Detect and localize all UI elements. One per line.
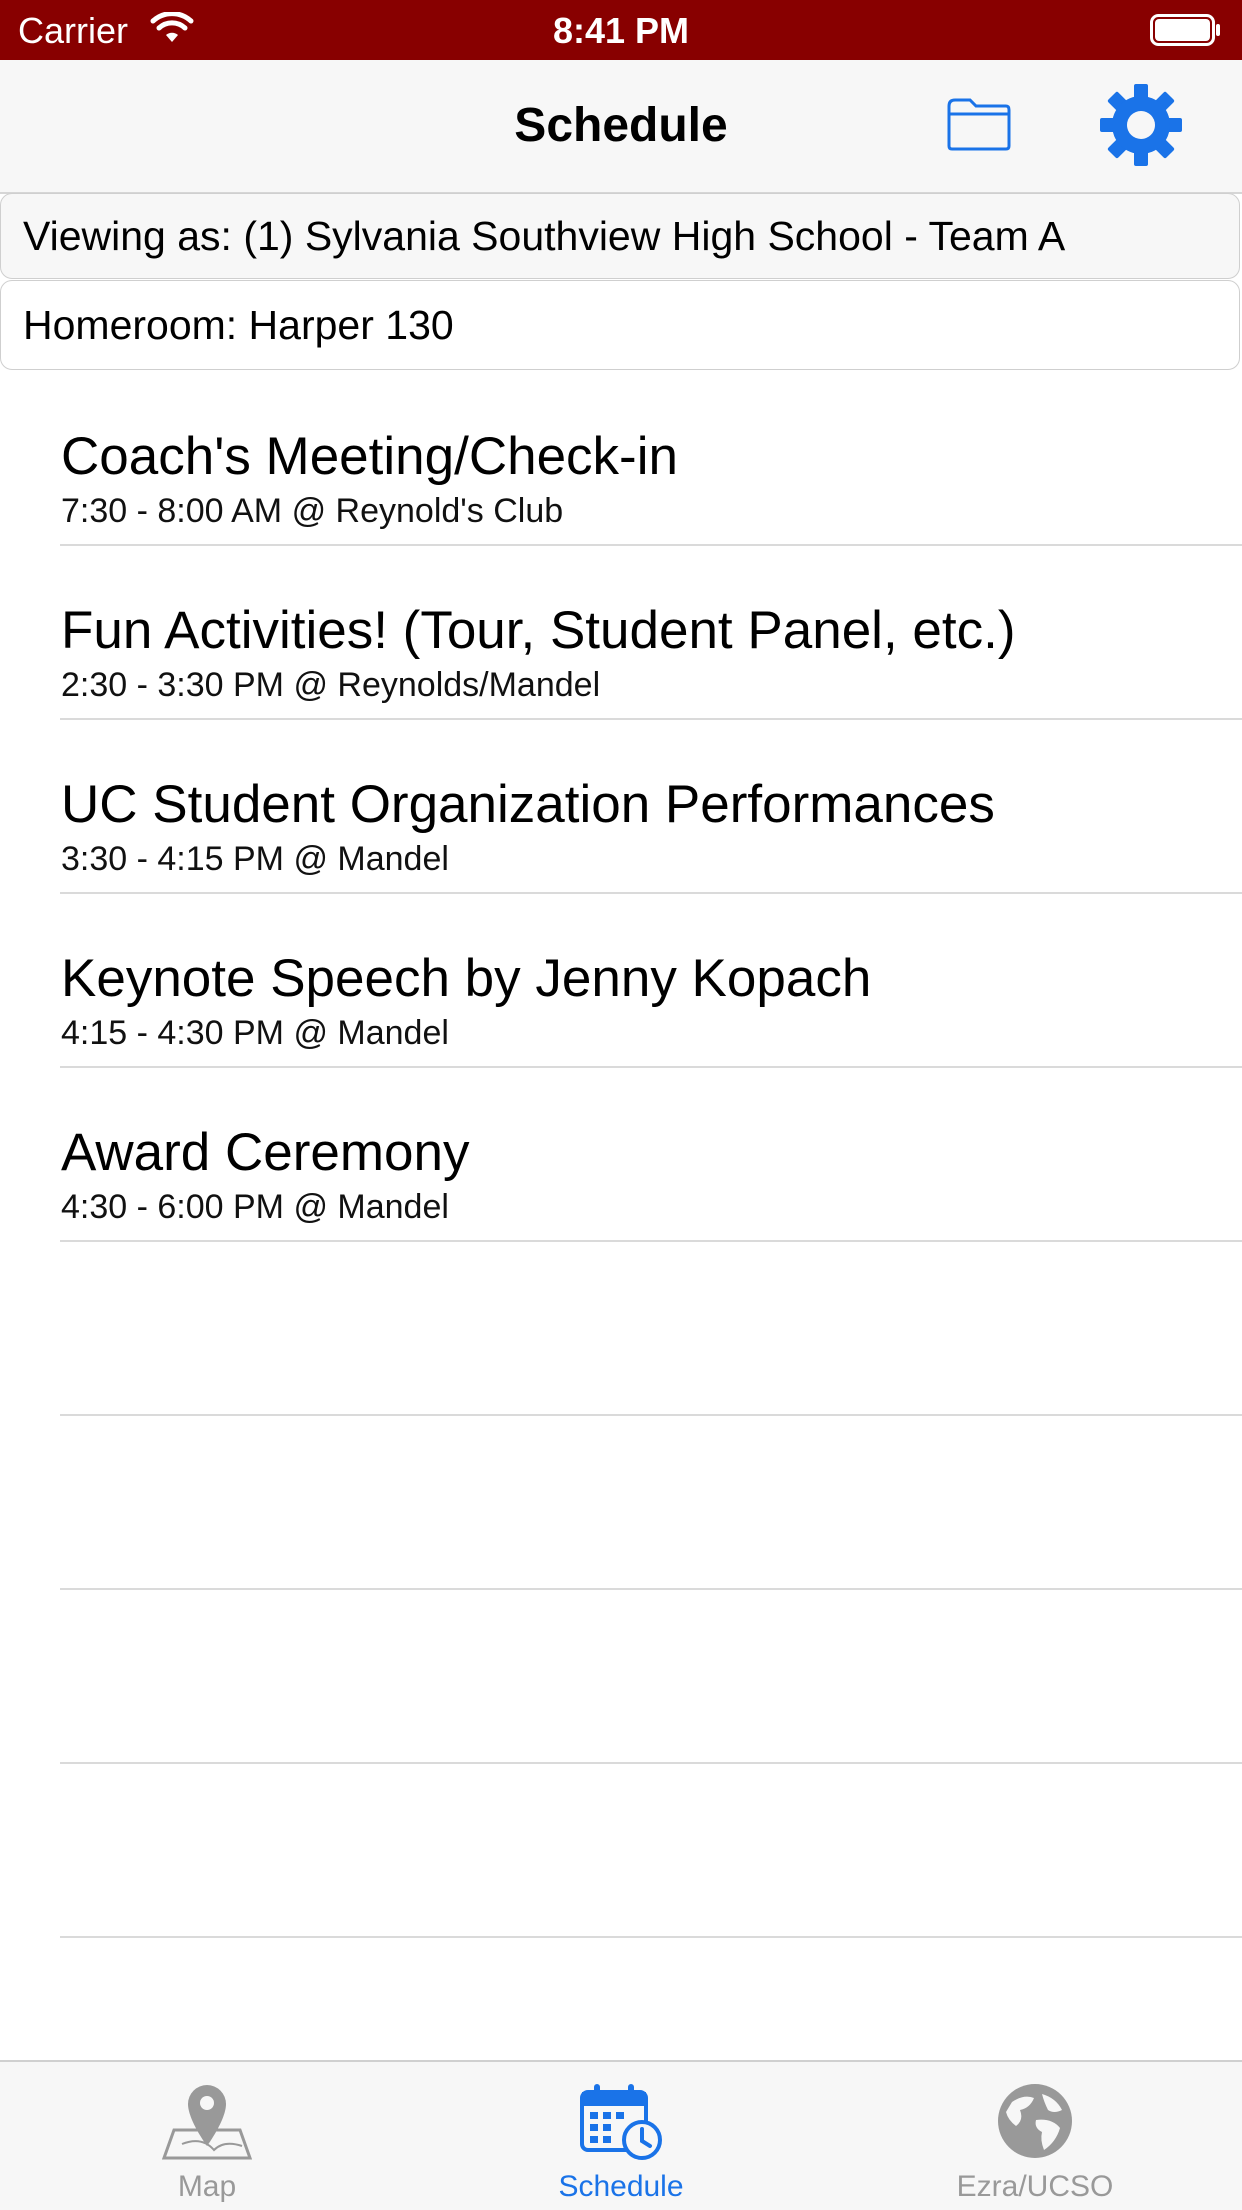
homeroom-label: Homeroom: Harper 130 [23,302,454,348]
event-title: Keynote Speech by Jenny Kopach [61,949,872,1008]
map-pin-icon [162,2085,252,2160]
navigation-bar: Schedule [0,60,1242,194]
status-bar: Carrier 8:41 PM [0,0,1242,60]
event-detail: 3:30 - 4:15 PM @ Mandel [61,840,449,878]
empty-row [60,1764,1242,1938]
event-title: UC Student Organization Performances [61,775,995,834]
viewing-as-label: Viewing as: (1) Sylvania Southview High … [23,213,1066,259]
viewing-as-row[interactable]: Viewing as: (1) Sylvania Southview High … [0,193,1240,279]
status-time: 8:41 PM [552,10,690,51]
tab-label: Schedule [558,2170,684,2203]
event-title: Fun Activities! (Tour, Student Panel, et… [61,601,1016,660]
event-detail: 2:30 - 3:30 PM @ Reynolds/Mandel [61,666,601,704]
homeroom-row: Homeroom: Harper 130 [0,280,1240,370]
tab-schedule[interactable]: Schedule [414,2062,828,2210]
schedule-list: Coach's Meeting/Check-in 7:30 - 8:00 AM … [0,372,1242,1938]
empty-row [60,1590,1242,1764]
empty-row [60,1242,1242,1416]
schedule-item[interactable]: Keynote Speech by Jenny Kopach 4:15 - 4:… [60,894,1242,1068]
calendar-clock-icon [580,2084,662,2160]
tab-ezra-ucso[interactable]: Ezra/UCSO [828,2062,1242,2210]
battery-icon [1150,14,1220,46]
event-detail: 4:15 - 4:30 PM @ Mandel [61,1014,449,1052]
page-title: Schedule [514,99,728,152]
tab-label: Map [177,2170,237,2203]
schedule-item[interactable]: Coach's Meeting/Check-in 7:30 - 8:00 AM … [60,372,1242,546]
schedule-item[interactable]: UC Student Organization Performances 3:3… [60,720,1242,894]
gear-icon[interactable] [1098,82,1184,168]
event-title: Coach's Meeting/Check-in [61,427,678,486]
empty-row [60,1416,1242,1590]
schedule-item[interactable]: Award Ceremony 4:30 - 6:00 PM @ Mandel [60,1068,1242,1242]
event-title: Award Ceremony [61,1123,470,1182]
tab-map[interactable]: Map [0,2062,414,2210]
tab-label: Ezra/UCSO [956,2170,1114,2203]
tab-bar: Map Schedule Ezra/UCSO [0,2060,1242,2210]
globe-icon [998,2084,1072,2158]
schedule-item[interactable]: Fun Activities! (Tour, Student Panel, et… [60,546,1242,720]
event-detail: 4:30 - 6:00 PM @ Mandel [61,1188,449,1226]
folder-icon[interactable] [946,96,1012,152]
event-detail: 7:30 - 8:00 AM @ Reynold's Club [61,492,564,530]
